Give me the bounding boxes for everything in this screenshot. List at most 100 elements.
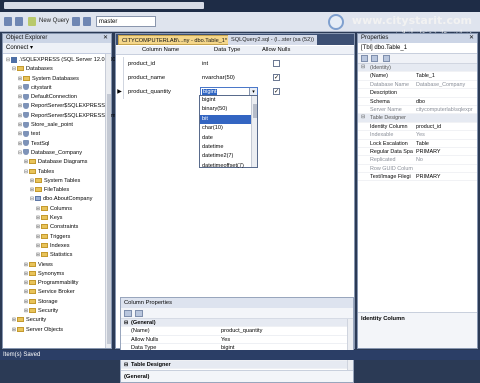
property-row[interactable]: Indexable Yes bbox=[358, 131, 477, 140]
tree-node[interactable]: ⊞ System Tables bbox=[3, 177, 111, 186]
tree-node[interactable]: ⊞ Security bbox=[3, 307, 111, 316]
data-type-cell[interactable]: int bbox=[202, 57, 208, 71]
property-value[interactable]: PRIMARY bbox=[416, 148, 440, 156]
tree-node[interactable]: ⊞ Indexes bbox=[3, 242, 111, 251]
property-value[interactable]: PRIMARY bbox=[416, 173, 440, 181]
tree-node[interactable]: ⊞ Synonyms bbox=[3, 270, 111, 279]
forward-icon[interactable] bbox=[15, 17, 23, 26]
property-value[interactable]: Yes bbox=[416, 131, 425, 139]
property-value[interactable]: Yes bbox=[221, 336, 230, 344]
tree-node[interactable]: ⊞ Constraints bbox=[3, 223, 111, 232]
tree-node[interactable]: ⊞ Keys bbox=[3, 214, 111, 223]
property-category[interactable]: ⊟ (General) bbox=[121, 319, 353, 328]
dropdown-option[interactable]: bigint bbox=[200, 96, 257, 105]
dropdown-option[interactable]: datetimeoffset(7) bbox=[200, 162, 257, 171]
property-value[interactable]: product_id bbox=[416, 123, 441, 131]
property-value[interactable]: product_quantity bbox=[221, 327, 262, 335]
connect-button[interactable]: Connect ▾ bbox=[3, 43, 111, 54]
column-name-cell[interactable]: product_name bbox=[128, 71, 165, 85]
tree-node[interactable]: ⊞ Triggers bbox=[3, 233, 111, 242]
data-type-dropdown-list[interactable]: bigint binary(50) bit char(10) date datetime d… bbox=[199, 95, 258, 171]
object-explorer-scrollbar[interactable] bbox=[105, 54, 111, 348]
property-row[interactable]: Row GUID Colum bbox=[358, 165, 477, 174]
tab-table-designer[interactable]: CITYCOMPUTERLAB\...ny - dbo.Table_1* bbox=[118, 35, 232, 45]
property-row[interactable]: Description bbox=[358, 89, 477, 98]
new-query-button[interactable]: New Query bbox=[36, 15, 72, 28]
alphabetical-icon[interactable] bbox=[135, 310, 143, 317]
property-row[interactable]: (Name) product_quantity bbox=[121, 327, 353, 336]
tree-node[interactable]: ⊞ Service Broker bbox=[3, 288, 111, 297]
row-selector[interactable] bbox=[116, 57, 124, 71]
row-selector[interactable]: ▶ bbox=[116, 85, 124, 99]
tree-node[interactable]: ⊞ Views bbox=[3, 261, 111, 270]
tree-node[interactable]: ⊞ Statistics bbox=[3, 251, 111, 260]
property-value[interactable]: No bbox=[416, 156, 423, 164]
tree-node[interactable]: ⊞ citystarit bbox=[3, 84, 111, 93]
property-row[interactable]: Database Name Database_Company bbox=[358, 81, 477, 90]
property-category[interactable]: ⊟ (Identity) bbox=[358, 64, 477, 73]
property-row[interactable]: Lock Escalation Table bbox=[358, 140, 477, 148]
property-category[interactable]: ⊟ Table Designer bbox=[358, 114, 477, 123]
tree-node[interactable]: ⊞ Columns bbox=[3, 205, 111, 214]
close-icon[interactable]: ✕ bbox=[103, 34, 108, 43]
new-query-icon[interactable] bbox=[28, 17, 36, 26]
property-pages-icon[interactable] bbox=[383, 55, 390, 62]
tree-node[interactable]: ⊞ Store_sale_point bbox=[3, 121, 111, 130]
property-category[interactable]: ⊟ Table Designer bbox=[121, 360, 353, 370]
tree-node[interactable]: ⊟ Databases bbox=[3, 65, 111, 74]
dropdown-option[interactable]: bit bbox=[200, 114, 257, 125]
property-row[interactable]: Server Name citycomputerlab\sqlexpr bbox=[358, 106, 477, 115]
property-row[interactable]: Allow Nulls Yes bbox=[121, 336, 353, 345]
column-name-cell[interactable]: product_quantity bbox=[128, 85, 171, 99]
collapse-icon[interactable]: ⊟ bbox=[124, 361, 128, 369]
tree-node[interactable]: ⊞ Server Objects bbox=[3, 326, 111, 335]
tree-node[interactable]: ⊞ Security bbox=[3, 316, 111, 325]
property-value[interactable]: Table bbox=[416, 140, 429, 148]
categorized-icon[interactable] bbox=[124, 310, 132, 317]
property-value[interactable]: dbo bbox=[416, 98, 425, 106]
tree-node[interactable]: ⊞ Programmability bbox=[3, 279, 111, 288]
open-icon[interactable] bbox=[83, 17, 91, 26]
collapse-icon[interactable]: ⊟ bbox=[124, 319, 128, 327]
column-name-cell[interactable]: product_id bbox=[128, 57, 155, 71]
property-value[interactable]: Table_1 bbox=[416, 72, 435, 80]
properties-object-selector[interactable]: [Tbl] dbo.Table_1 bbox=[358, 43, 477, 54]
dropdown-option[interactable]: date bbox=[200, 134, 257, 143]
tree-node[interactable]: ⊞ test bbox=[3, 130, 111, 139]
tree-node[interactable]: ⊟ Database_Company bbox=[3, 149, 111, 158]
dropdown-option[interactable]: datetime bbox=[200, 143, 257, 152]
data-type-cell[interactable]: nvarchar(50) bbox=[202, 71, 235, 85]
back-icon[interactable] bbox=[4, 17, 12, 26]
collapse-icon[interactable]: ⊟ bbox=[361, 64, 365, 72]
property-value[interactable]: Database_Company bbox=[416, 81, 465, 89]
tree-node[interactable]: ⊞ System Databases bbox=[3, 75, 111, 84]
tree-node[interactable]: ⊟ .\SQLEXPRESS (SQL Server 12.0.2000 - bbox=[3, 56, 122, 65]
dropdown-scrollbar[interactable] bbox=[251, 96, 257, 167]
tree-node[interactable]: ⊟ dbo.AboutCompany bbox=[3, 195, 111, 204]
tab-sqlquery[interactable]: SQLQuery2.sql - (l...ster (sa (52)) bbox=[228, 35, 317, 45]
allow-nulls-checkbox[interactable]: ✓ bbox=[273, 74, 280, 81]
property-row[interactable]: Replicated No bbox=[358, 156, 477, 165]
alphabetical-icon[interactable] bbox=[371, 55, 378, 62]
collapse-icon[interactable]: ⊟ bbox=[361, 114, 365, 122]
row-selector[interactable] bbox=[116, 71, 124, 85]
allow-nulls-checkbox[interactable] bbox=[273, 60, 280, 67]
tree-node[interactable]: ⊞ Database Diagrams bbox=[3, 158, 111, 167]
column-properties-scrollbar[interactable] bbox=[347, 319, 353, 372]
categorized-icon[interactable] bbox=[361, 55, 368, 62]
tree-node[interactable]: ⊞ Storage bbox=[3, 298, 111, 307]
tree-node[interactable]: ⊟ Tables bbox=[3, 168, 111, 177]
close-icon[interactable]: ✕ bbox=[469, 34, 474, 43]
save-icon[interactable] bbox=[72, 17, 80, 26]
property-row[interactable]: Identity Column product_id bbox=[358, 123, 477, 132]
property-row[interactable]: Regular Data Spa PRIMARY bbox=[358, 148, 477, 157]
dropdown-option[interactable]: datetime2(7) bbox=[200, 152, 257, 161]
tree-node[interactable]: ⊞ FileTables bbox=[3, 186, 111, 195]
tree-node[interactable]: ⊞ TestSql bbox=[3, 140, 111, 149]
property-row[interactable]: Text/Image Filegi PRIMARY bbox=[358, 173, 477, 182]
tree-node[interactable]: ⊞ ReportServer$SQLEXPRESSTem bbox=[3, 112, 116, 121]
tree-node[interactable]: ⊞ DefaultConnection bbox=[3, 93, 111, 102]
table-row[interactable]: product_id int bbox=[116, 57, 354, 71]
table-row[interactable]: product_name nvarchar(50) ✓ bbox=[116, 71, 354, 85]
property-value[interactable]: citycomputerlab\sqlexpr bbox=[416, 106, 473, 114]
